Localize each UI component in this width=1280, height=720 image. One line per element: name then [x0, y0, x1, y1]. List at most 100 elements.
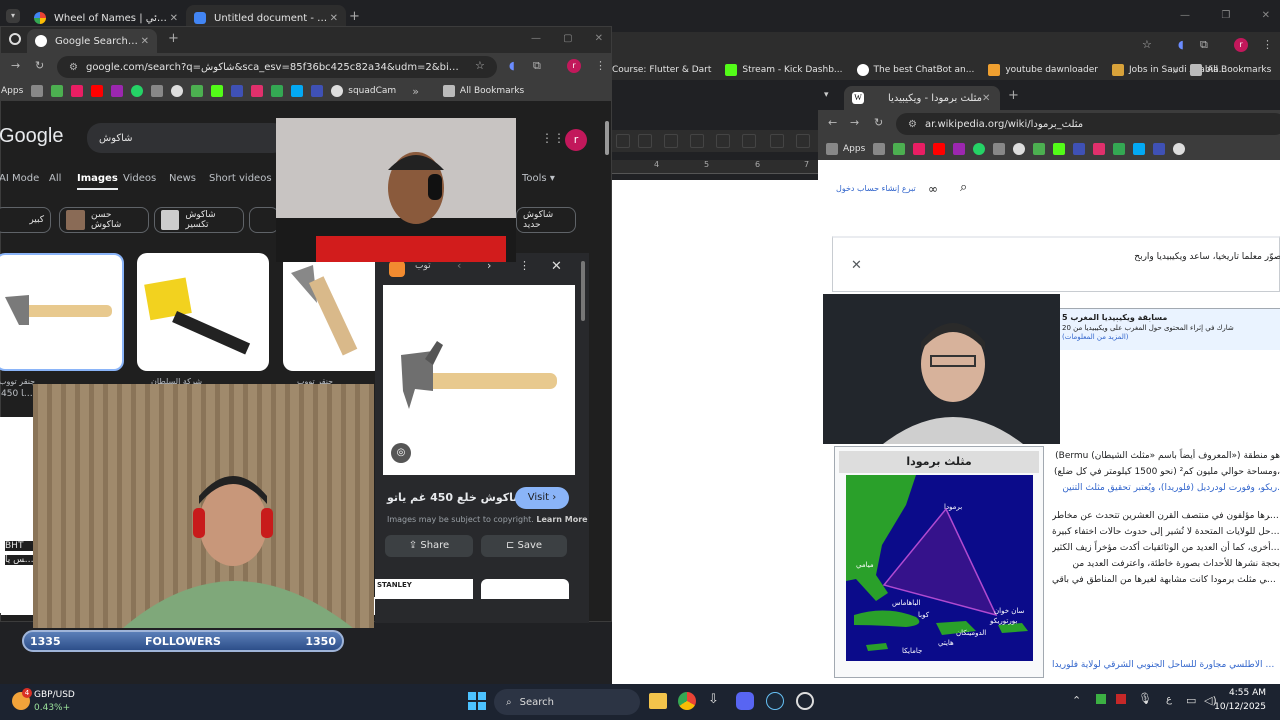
extensions-icon[interactable]: ⧉ [533, 59, 541, 73]
tab-news[interactable]: News [169, 173, 196, 184]
address-bar[interactable]: ⚙ google.com/search?q=شاكوش&sca_esv=85f3… [57, 56, 497, 78]
search-icon[interactable]: ⌕ [960, 180, 967, 195]
bermuda-map[interactable]: برمودا ميامي الباهاماس كوبا هايتي الدومي… [846, 475, 1033, 661]
tab-google-search[interactable]: Google Search - شاكوش ✕ [27, 29, 157, 53]
close-icon[interactable]: ✕ [1262, 10, 1270, 21]
bullet-list-icon[interactable] [742, 134, 756, 148]
more-options-icon[interactable]: ⋮ [519, 259, 530, 272]
minimize-icon[interactable]: — [531, 33, 541, 44]
apps-grid-icon[interactable]: ⋮⋮ [541, 131, 565, 145]
close-icon[interactable]: ✕ [141, 36, 149, 47]
toolbar-icon[interactable] [638, 134, 652, 148]
bookmark-icon[interactable] [291, 85, 304, 97]
close-icon[interactable]: ✕ [551, 259, 562, 274]
extension-icon[interactable]: ◖ [1178, 38, 1184, 51]
new-tab-button[interactable]: + [1008, 88, 1019, 103]
chrome-icon[interactable] [678, 692, 696, 710]
kick-icon[interactable] [1053, 143, 1066, 155]
account-avatar[interactable]: r [565, 129, 587, 151]
taskbar-search[interactable]: ⌕ Search [494, 689, 640, 715]
start-icon[interactable] [468, 692, 486, 710]
share-button[interactable]: ⇪ Share [385, 535, 473, 557]
numbered-list-icon[interactable] [770, 134, 784, 148]
suggestion-chip[interactable]: حسن شاكوش [59, 207, 149, 233]
google-logo[interactable]: Google [0, 125, 64, 148]
bookmark-item[interactable]: Stream - Kick Dashb... [725, 64, 843, 76]
learn-more-link[interactable]: Learn More [536, 515, 587, 524]
bookmark-squadcam[interactable]: squadCam [331, 85, 396, 97]
discord-icon[interactable] [736, 692, 754, 710]
toolbar-icon[interactable] [616, 134, 630, 148]
bookmark-item[interactable]: Course: Flutter & Dart [612, 65, 711, 75]
bookmark-icon[interactable] [1033, 143, 1046, 155]
bookmark-icon[interactable] [191, 85, 204, 97]
suggestion-chip[interactable] [249, 207, 279, 233]
bookmark-apps[interactable]: Apps [1, 86, 23, 96]
grid-icon[interactable] [873, 143, 886, 155]
ime-indicator[interactable]: ع [1166, 694, 1172, 705]
result-image-sledge[interactable] [137, 253, 269, 371]
instagram-icon[interactable] [1093, 143, 1106, 155]
chevron-right-icon[interactable]: » [412, 85, 419, 98]
close-icon[interactable]: ✕ [982, 93, 990, 104]
clock-date[interactable]: 10/12/2025 [1212, 702, 1266, 712]
whatsapp-icon[interactable] [131, 85, 144, 97]
bookmark-icon[interactable] [1153, 143, 1166, 155]
bookmark-icon[interactable] [51, 85, 64, 97]
youtube-icon[interactable] [933, 143, 946, 155]
star-icon[interactable]: ☆ [475, 59, 485, 72]
avatar[interactable]: r [567, 59, 581, 73]
suggestion-chip[interactable]: شاكوش حديد [516, 207, 576, 233]
chevron-up-icon[interactable]: ⌃ [1072, 694, 1081, 707]
github-icon[interactable] [1013, 143, 1026, 155]
bookmark-icon[interactable] [1073, 143, 1086, 155]
new-tab-button[interactable]: + [168, 31, 179, 46]
tray-icon[interactable] [1116, 694, 1126, 704]
notice-link[interactable]: (المزيد من المعلومات) [1058, 332, 1280, 341]
page-scrollbar[interactable] [605, 121, 609, 155]
tray-icon[interactable] [1096, 694, 1106, 704]
close-icon[interactable]: ✕ [330, 13, 338, 24]
docs-page[interactable] [612, 180, 822, 684]
weather-widget[interactable]: 4 GBP/USD 0.43%+ [10, 688, 130, 716]
suggestion-chip[interactable]: شاكوش تكسير [154, 207, 244, 233]
bookmark-icon[interactable] [311, 85, 324, 97]
align-icon[interactable] [664, 134, 678, 148]
tab-wikipedia[interactable]: W مثلث برمودا - ويكيبيديا ✕ [844, 86, 1000, 110]
address-bar[interactable]: ⚙ ar.wikipedia.org/wiki/مثلث_برمودا [896, 113, 1280, 135]
minimize-icon[interactable]: — [1180, 10, 1190, 21]
tab-ai-mode[interactable]: AI Mode [0, 173, 39, 184]
menu-icon[interactable]: ⋮ [595, 59, 606, 72]
menu-icon[interactable]: ⋮ [1262, 38, 1273, 51]
close-icon[interactable]: ✕ [170, 13, 178, 24]
tools-button[interactable]: Tools ▾ [522, 173, 555, 184]
extensions-icon[interactable]: ⧉ [1200, 38, 1208, 52]
preferences-icon[interactable]: ∞ [928, 182, 938, 196]
all-bookmarks[interactable]: All Bookmarks [1190, 64, 1271, 76]
bookmark-icon[interactable] [993, 143, 1006, 155]
result-image-white[interactable] [0, 417, 35, 613]
panel-scrollbar[interactable] [581, 261, 585, 321]
bookmark-icon[interactable] [893, 143, 906, 155]
tab-videos[interactable]: Videos [123, 173, 156, 184]
visit-button[interactable]: Visit › [515, 487, 569, 509]
related-image[interactable]: STANLEY [375, 579, 473, 599]
reload-icon[interactable]: ↻ [874, 116, 883, 129]
bookmark-icon[interactable] [231, 85, 244, 97]
whatsapp-icon[interactable] [973, 143, 986, 155]
tab-short-videos[interactable]: Short videos [209, 173, 272, 184]
app-icon[interactable]: ⇩ [708, 692, 724, 710]
close-icon[interactable]: ✕ [595, 33, 603, 44]
site-info-icon[interactable]: ⚙ [69, 62, 78, 73]
forward-icon[interactable]: → [11, 59, 20, 72]
bookmark-icon[interactable] [1173, 143, 1186, 155]
bookmark-icon[interactable] [111, 85, 124, 97]
microphone-icon[interactable]: 🎙 [1138, 692, 1152, 705]
bookmark-icon[interactable] [1133, 143, 1146, 155]
instagram-icon[interactable] [251, 85, 264, 97]
star-icon[interactable]: ☆ [1142, 38, 1152, 51]
bookmark-icon[interactable] [71, 85, 84, 97]
preview-image[interactable]: ◎ [383, 285, 575, 475]
bookmark-icon[interactable] [953, 143, 966, 155]
bookmark-icon[interactable] [151, 85, 164, 97]
